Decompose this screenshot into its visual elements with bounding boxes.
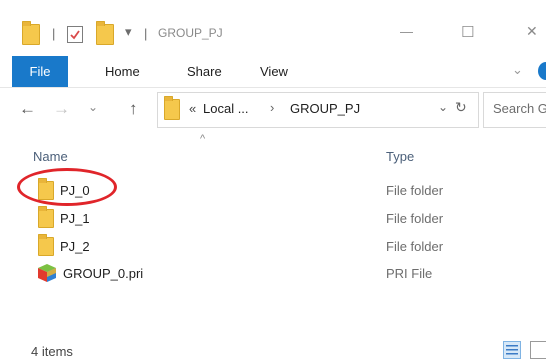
breadcrumb-group-pj[interactable]: GROUP_PJ bbox=[290, 101, 360, 116]
file-type: File folder bbox=[386, 239, 444, 254]
file-name: PJ_1 bbox=[60, 211, 90, 226]
column-header-type[interactable]: Type bbox=[386, 149, 414, 164]
breadcrumb-local[interactable]: Local ... bbox=[203, 101, 249, 116]
tab-home[interactable]: Home bbox=[105, 56, 140, 87]
file-type: File folder bbox=[386, 183, 444, 198]
tab-view[interactable]: View bbox=[260, 56, 288, 87]
ribbon-tabs: File Home Share View ⌄ bbox=[0, 56, 546, 88]
minimize-button[interactable]: — bbox=[400, 24, 413, 39]
folder-icon bbox=[38, 206, 54, 228]
refresh-icon[interactable]: ↻ bbox=[455, 99, 467, 116]
checkmark-icon bbox=[70, 30, 80, 40]
details-lines-icon bbox=[506, 345, 518, 355]
ribbon-collapse-icon[interactable]: ⌄ bbox=[512, 62, 523, 78]
folder-icon bbox=[38, 234, 54, 256]
address-dropdown-icon[interactable]: ⌄ bbox=[438, 100, 448, 114]
tab-file[interactable]: File bbox=[12, 56, 68, 87]
recent-locations-icon[interactable]: ⌄ bbox=[88, 100, 98, 114]
file-name: GROUP_0.pri bbox=[63, 266, 144, 281]
title-bar: | ▾ | GROUP_PJ — ☐ ✕ bbox=[0, 0, 546, 56]
pri-file-icon bbox=[38, 264, 56, 282]
qat-separator: | bbox=[52, 26, 56, 41]
maximize-button[interactable]: ☐ bbox=[461, 23, 474, 41]
location-folder-icon bbox=[164, 96, 180, 120]
title-separator: | bbox=[144, 26, 148, 41]
back-button[interactable]: ← bbox=[19, 99, 36, 119]
large-icons-view-icon[interactable] bbox=[530, 341, 546, 359]
properties-icon[interactable] bbox=[67, 26, 83, 43]
details-view-icon[interactable] bbox=[503, 341, 521, 359]
highlight-circle bbox=[17, 168, 117, 206]
search-placeholder[interactable]: Search G bbox=[493, 101, 546, 116]
help-icon[interactable] bbox=[538, 62, 546, 80]
item-count: 4 items bbox=[31, 344, 73, 359]
sort-indicator-icon: ^ bbox=[200, 133, 206, 145]
forward-button[interactable]: → bbox=[53, 99, 70, 119]
folder-icon[interactable] bbox=[22, 21, 40, 45]
column-header-name[interactable]: Name bbox=[33, 149, 68, 164]
file-name: PJ_2 bbox=[60, 239, 90, 254]
breadcrumb-separator: › bbox=[270, 100, 275, 115]
file-type: PRI File bbox=[386, 266, 433, 281]
tab-share[interactable]: Share bbox=[187, 56, 222, 87]
window-title: GROUP_PJ bbox=[158, 26, 223, 40]
qat-dropdown-icon[interactable]: ▾ bbox=[125, 24, 132, 40]
file-type: File folder bbox=[386, 211, 444, 226]
new-folder-icon[interactable] bbox=[96, 21, 114, 45]
close-button[interactable]: ✕ bbox=[526, 23, 538, 40]
up-button[interactable]: ↑ bbox=[129, 99, 138, 119]
breadcrumb-overflow[interactable]: « bbox=[189, 101, 196, 116]
